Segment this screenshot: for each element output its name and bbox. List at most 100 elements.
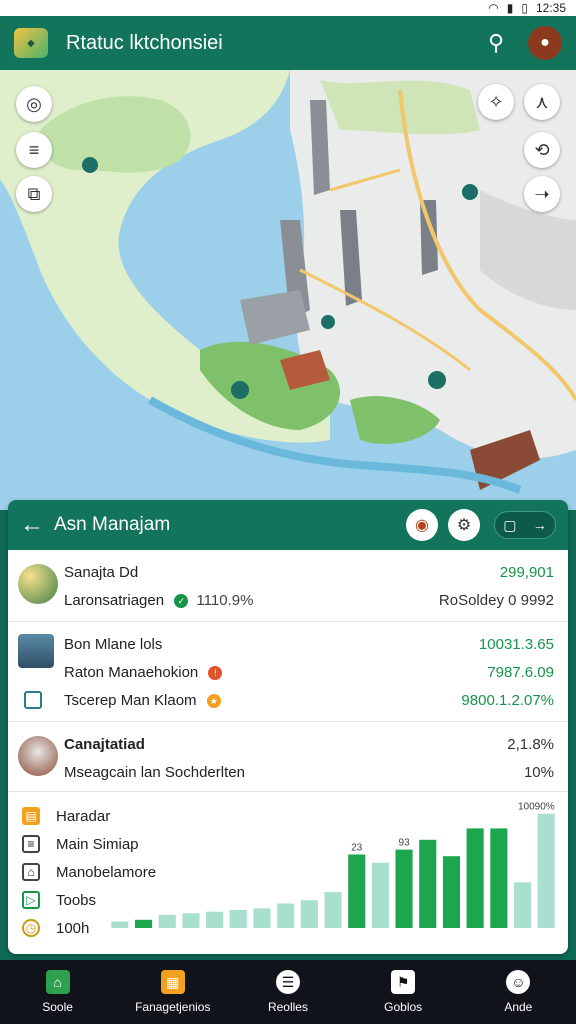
row-extra: 1110.9%	[196, 591, 254, 609]
settings-icon[interactable]: ⚙	[448, 509, 480, 541]
row-label-group: Laronsatriagen ✓ 1110.9%	[64, 592, 439, 609]
nav-item-goals[interactable]: ⚑ Goblos	[348, 970, 458, 1014]
nav-label: Soole	[42, 1000, 73, 1014]
chart-bar	[419, 839, 437, 928]
chart-bar	[300, 900, 318, 928]
nav-item-management[interactable]: ▦ Fanagetjenios	[118, 970, 228, 1014]
row-label: Tscerep Man Klaom	[64, 691, 197, 709]
profile-icon[interactable]: ◉	[406, 509, 438, 541]
chart-bar	[348, 854, 366, 928]
locate-icon[interactable]: ◎	[16, 86, 52, 122]
list-item[interactable]: Laronsatriagen ✓ 1110.9% RoSoldey 0 9992	[8, 586, 568, 614]
asset-panel: ← Asn Manajam ◉ ⚙ ▢ → Sanajta Dd 299,901…	[8, 500, 568, 954]
row-label-group: Raton Manaehokion !	[64, 664, 487, 681]
chart-data-label: 93	[399, 838, 411, 849]
row-label: Sanajta Dd	[64, 563, 139, 581]
row-value: 10031.3.65	[478, 635, 554, 653]
check-icon: ✓	[174, 593, 189, 608]
compass-icon[interactable]: ✧	[478, 84, 514, 120]
management-section: Bon Mlane lols 10031.3.65 Raton Manaehok…	[8, 622, 568, 722]
nav-label: Reolles	[267, 1000, 308, 1014]
tag-icon: ⌂	[22, 863, 40, 881]
row-value: 7987.6.09	[487, 663, 554, 681]
nav-item-reports[interactable]: ☰ Reolles	[233, 970, 343, 1014]
chart-bar	[371, 862, 389, 928]
map-view[interactable]: ◎ ≡ ⧉ ✧ ⋏ ⟲ ➝	[0, 70, 576, 510]
alert-icon: !	[208, 665, 223, 680]
home-icon: ⌂	[45, 970, 70, 994]
list-item[interactable]: Raton Manaehokion ! 7987.6.09	[8, 658, 568, 686]
row-value: 10%	[523, 763, 554, 781]
document-icon	[24, 691, 42, 709]
chart-data-label: 10090%	[518, 802, 555, 813]
user-icon: ☺	[506, 970, 531, 994]
status-time: 12:35	[535, 1, 566, 15]
bar-chart: 23 93 10090%	[111, 802, 555, 928]
chart-bar	[466, 828, 484, 928]
panel-title: Asn Manajam	[54, 514, 171, 535]
signal-icon: ▮	[506, 1, 514, 15]
chart-section: ▤ Haradar ≡ Main Simiap ⌂ Manobelamore ▷…	[8, 792, 568, 954]
row-label: Canajtatiad	[64, 735, 145, 753]
row-value: 9800.1.2.07%	[461, 691, 554, 709]
chart-bar	[395, 849, 413, 928]
nav-label: Goblos	[384, 1000, 423, 1014]
book-icon: ☰	[275, 970, 300, 994]
legend-label: 100h	[56, 919, 90, 937]
row-label: Laronsatriagen	[64, 591, 165, 609]
row-label: Mseagcain lan Sochderlten	[64, 763, 245, 781]
share-icon[interactable]: ⟲	[524, 132, 560, 168]
nav-label: Ande	[504, 1000, 533, 1014]
row-label: Raton Manaehokion	[64, 663, 199, 681]
menu-icon[interactable]: ≡	[16, 132, 52, 168]
wifi-icon: ◠	[488, 1, 499, 15]
flag-icon: ⚑	[391, 970, 416, 994]
capacity-section: Canajtatiad 2,1.8% Mseagcain lan Sochder…	[8, 722, 568, 792]
row-label: Bon Mlane lols	[64, 635, 163, 653]
nav-item-profile[interactable]: ☺ Ande	[463, 970, 573, 1014]
app-title: Rtatuc lktchonsiei	[66, 31, 223, 54]
chart-bar	[111, 921, 129, 928]
list-item[interactable]: Bon Mlane lols 10031.3.65	[8, 630, 568, 658]
row-value: RoSoldey 0 9992	[438, 591, 554, 609]
chart-bar	[513, 882, 531, 928]
arrow-right-icon: →	[532, 517, 547, 533]
layers-icon[interactable]: ⧉	[16, 176, 52, 212]
nav-item-home[interactable]: ⌂ Soole	[3, 970, 113, 1014]
chart-bar	[537, 813, 555, 928]
app-bar: ◆ Rtatuc lktchonsiei ⚲ ●	[0, 16, 576, 70]
chart-bar	[442, 856, 460, 928]
map-canvas[interactable]	[0, 70, 576, 510]
chart-bar	[277, 903, 295, 928]
panel-header: ← Asn Manajam ◉ ⚙ ▢ →	[8, 500, 568, 550]
chart-bar	[182, 913, 200, 928]
list-item[interactable]: Mseagcain lan Sochderlten 10%	[8, 758, 568, 786]
row-value: 2,1.8%	[507, 735, 554, 753]
list-item[interactable]: Sanajta Dd 299,901	[8, 558, 568, 586]
search-icon[interactable]: ⚲	[476, 30, 516, 56]
clock-icon: ◷	[22, 919, 40, 937]
star-icon: ★	[206, 693, 221, 708]
chart-data-label: 23	[351, 843, 363, 854]
chart-bar	[206, 911, 224, 928]
status-bar: ◠ ▮ ▯ 12:35	[0, 0, 576, 16]
bottom-nav: ⌂ Soole ▦ Fanagetjenios ☰ Reolles ⚑ Gobl…	[0, 960, 576, 1024]
device-icon: ▢	[503, 516, 517, 533]
chart-icon: ▤	[22, 807, 40, 825]
chart-bar	[229, 910, 247, 928]
battery-icon: ▯	[521, 1, 528, 15]
chart-bar	[490, 828, 508, 928]
list-item[interactable]: Tscerep Man Klaom ★ 9800.1.2.07%	[8, 686, 568, 714]
list-item[interactable]: Canajtatiad 2,1.8%	[8, 730, 568, 758]
legend-label: Haradar	[56, 807, 111, 825]
directions-icon[interactable]: ⋏	[524, 84, 560, 120]
app-logo-icon[interactable]: ◆	[14, 28, 48, 58]
chart-bar	[324, 892, 342, 928]
nav-label: Fanagetjenios	[135, 1000, 211, 1014]
route-icon[interactable]: ➝	[524, 176, 560, 212]
row-label-group: Tscerep Man Klaom ★	[64, 692, 461, 709]
back-arrow-icon[interactable]: ←	[20, 511, 44, 539]
avatar-icon[interactable]: ●	[528, 26, 562, 60]
chart-bar	[253, 908, 271, 928]
header-pill[interactable]: ▢ →	[494, 511, 556, 539]
